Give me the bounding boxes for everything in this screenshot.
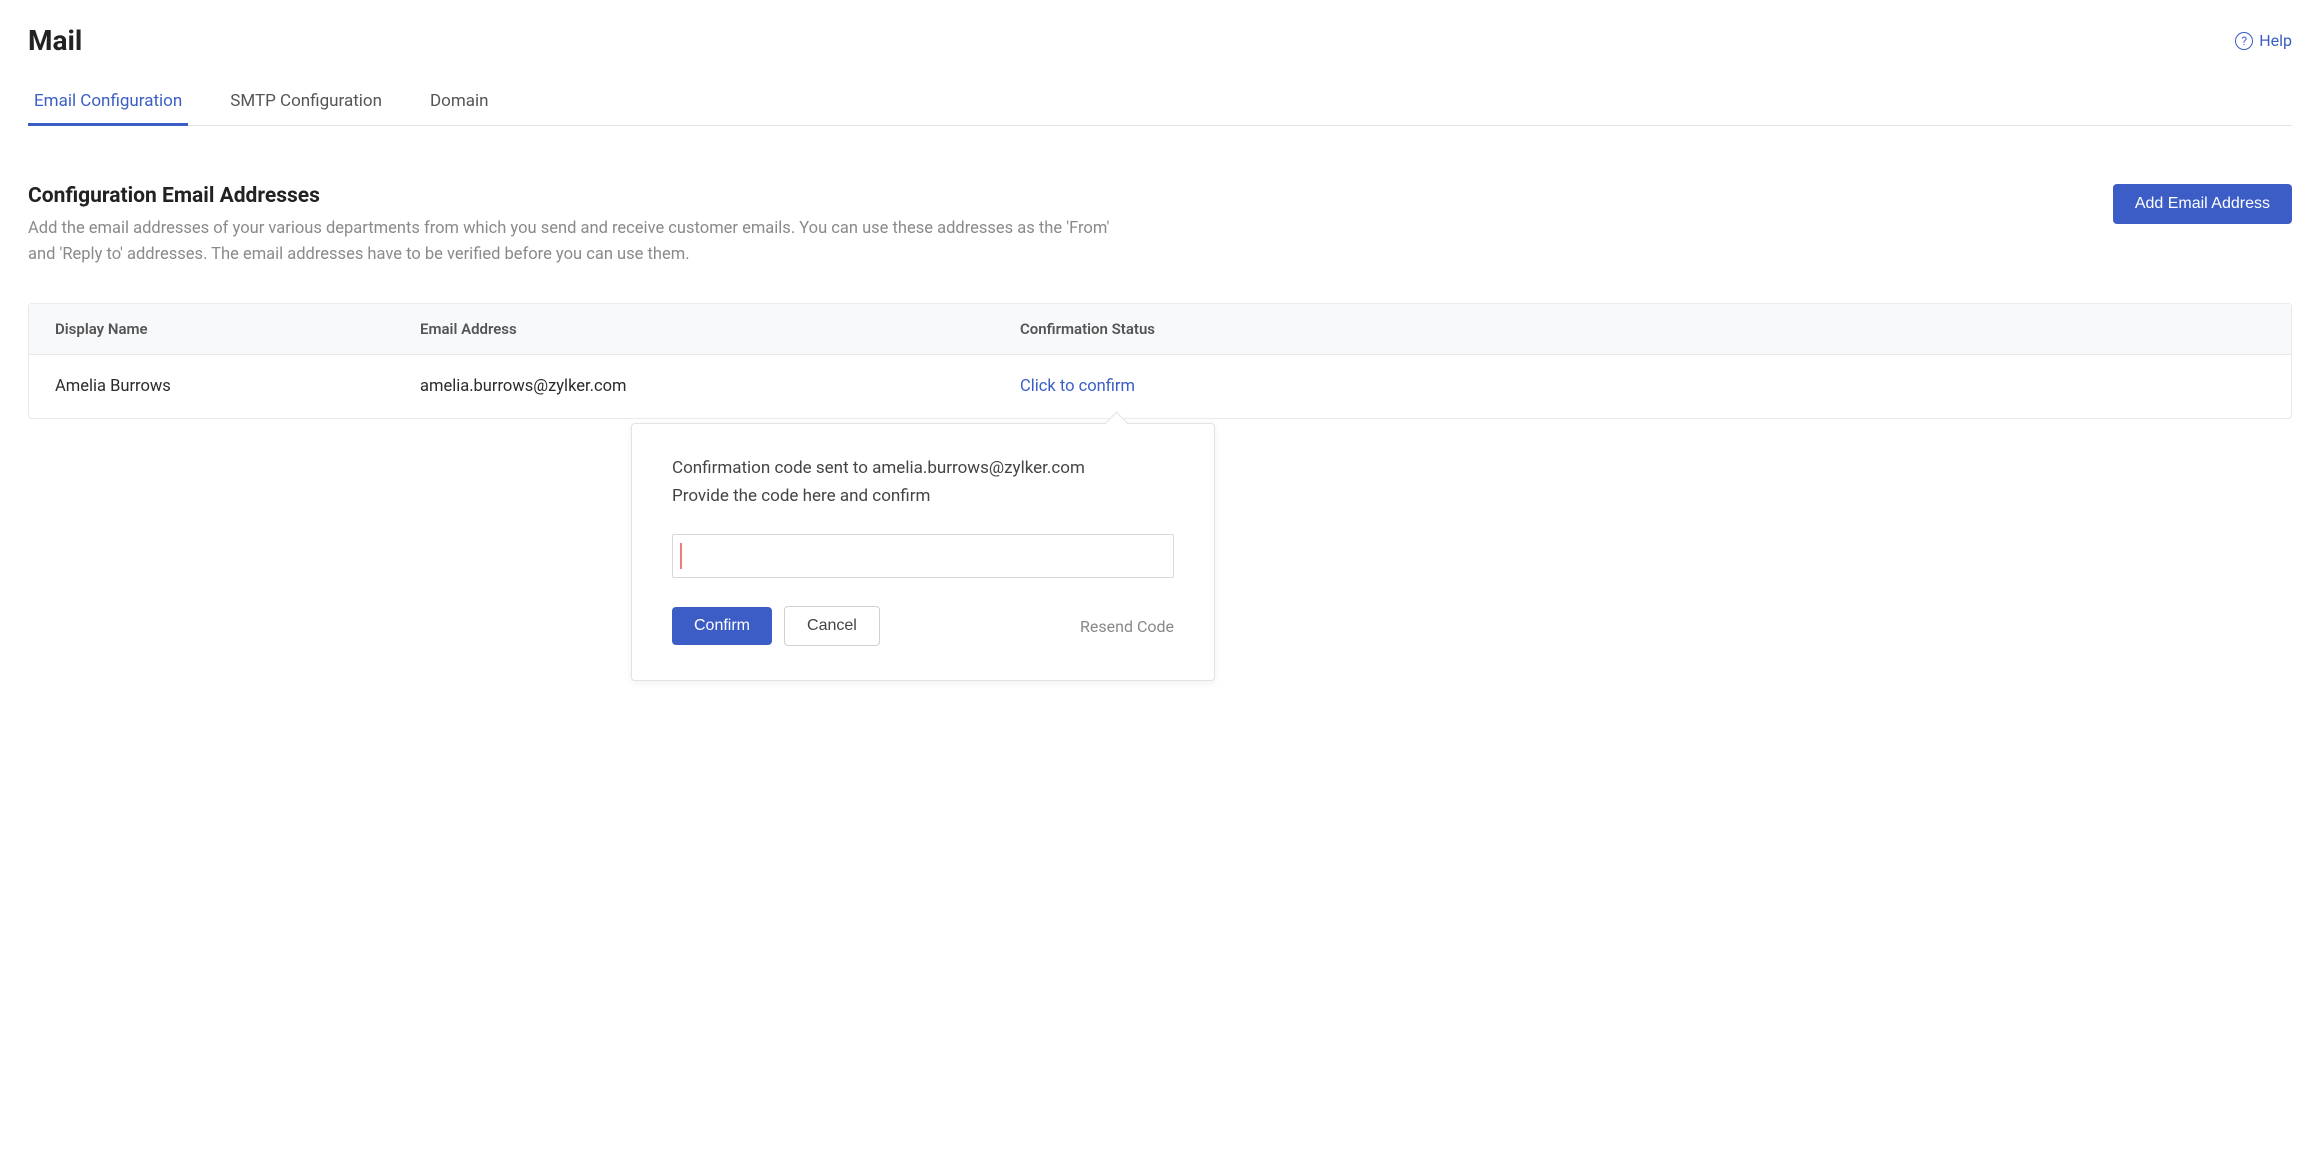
confirm-button[interactable]: Confirm bbox=[672, 607, 772, 645]
confirmation-popover: Confirmation code sent to amelia.burrows… bbox=[631, 423, 1215, 681]
column-header-display-name: Display Name bbox=[55, 320, 420, 338]
help-icon: ? bbox=[2235, 32, 2253, 50]
popover-line1: Confirmation code sent to amelia.burrows… bbox=[672, 454, 1174, 482]
add-email-address-button[interactable]: Add Email Address bbox=[2113, 184, 2292, 224]
column-header-email-address: Email Address bbox=[420, 320, 1020, 338]
cancel-button[interactable]: Cancel bbox=[784, 606, 880, 646]
input-caret bbox=[680, 543, 682, 569]
section-title: Configuration Email Addresses bbox=[28, 184, 1128, 208]
cell-email-address: amelia.burrows@zylker.com bbox=[420, 377, 1020, 396]
confirmation-code-input[interactable] bbox=[672, 534, 1174, 578]
section-description: Add the email addresses of your various … bbox=[28, 216, 1128, 267]
email-address-table: Display Name Email Address Confirmation … bbox=[28, 303, 2292, 419]
help-label: Help bbox=[2259, 31, 2292, 50]
tabs: Email Configuration SMTP Configuration D… bbox=[28, 91, 2292, 126]
click-to-confirm-link[interactable]: Click to confirm bbox=[1020, 377, 1135, 396]
tab-smtp-configuration[interactable]: SMTP Configuration bbox=[224, 91, 388, 125]
help-link[interactable]: ? Help bbox=[2235, 31, 2292, 50]
page-title: Mail bbox=[28, 24, 82, 57]
tab-email-configuration[interactable]: Email Configuration bbox=[28, 91, 188, 125]
popover-line2: Provide the code here and confirm bbox=[672, 482, 1174, 510]
table-row: Amelia Burrows amelia.burrows@zylker.com… bbox=[29, 355, 2291, 418]
resend-code-link[interactable]: Resend Code bbox=[1080, 617, 1174, 636]
tab-domain[interactable]: Domain bbox=[424, 91, 495, 125]
cell-display-name: Amelia Burrows bbox=[55, 377, 420, 396]
column-header-confirmation-status: Confirmation Status bbox=[1020, 320, 2265, 338]
